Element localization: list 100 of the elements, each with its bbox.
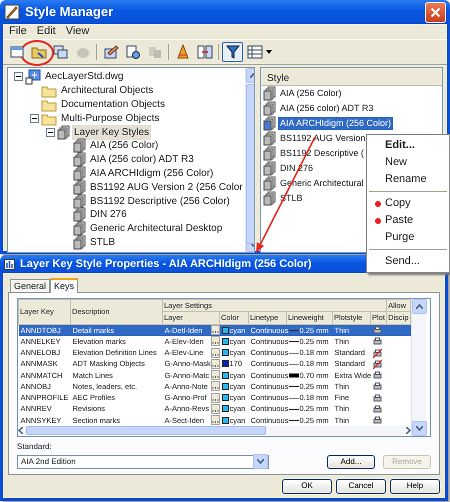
printer-icon[interactable] — [372, 416, 382, 426]
ellipsis-icon — [212, 398, 218, 401]
printer-icon[interactable] — [372, 326, 382, 336]
menu-item[interactable]: Edit — [32, 23, 60, 40]
browse-button[interactable] — [210, 336, 220, 346]
stack-icon — [73, 234, 86, 250]
dialog-button[interactable]: Add... — [327, 454, 375, 469]
stack-icon — [263, 146, 276, 161]
browse-button[interactable] — [210, 415, 220, 426]
dialog-button[interactable]: OK — [282, 478, 332, 494]
vertical-scrollbar[interactable] — [411, 299, 426, 436]
dialog-button[interactable]: Help — [390, 478, 440, 494]
list-item[interactable]: BS1192 AUG Version — [278, 132, 368, 146]
ellipsis-icon — [212, 331, 218, 334]
dialog-title: Layer Key Style Properties - AIA ARCHIdigm (256 Color) — [20, 256, 312, 272]
list-item[interactable]: AIA ARCHIdigm (256 Color) — [278, 116, 394, 130]
close-icon — [430, 6, 441, 18]
tree-item[interactable]: AIA (256 Color) — [88, 138, 160, 154]
ellipsis-icon — [212, 421, 218, 424]
list-item[interactable]: AIA (256 color) ADT R3 — [278, 102, 376, 116]
collapse-toggle[interactable] — [46, 128, 55, 137]
menu-item[interactable]: Copy — [367, 195, 449, 212]
printer-icon[interactable] — [372, 337, 382, 346]
browse-button[interactable] — [210, 381, 220, 392]
stack-icon — [263, 176, 276, 191]
dialog-button[interactable]: Cancel — [336, 478, 386, 494]
horizontal-scrollbar[interactable] — [18, 426, 412, 436]
grid-icon — [246, 44, 262, 60]
printer-icon[interactable] — [372, 382, 382, 392]
tree-item[interactable]: Architectural Objects — [59, 83, 156, 98]
browse-button[interactable] — [210, 325, 220, 336]
column-header[interactable]: Style — [261, 68, 442, 86]
tree-item[interactable]: BS1192 AUG Version 2 (256 Color — [88, 180, 245, 195]
printer-icon[interactable] — [372, 394, 382, 403]
blocks-icon — [146, 44, 162, 60]
menu-item[interactable]: New — [367, 154, 449, 171]
dialog-icon — [4, 258, 15, 270]
stack-icon — [73, 207, 86, 222]
tree-item[interactable]: Documentation Objects — [59, 97, 167, 112]
tree-item[interactable]: AIA (256 color) ADT R3 — [88, 152, 196, 168]
stack-icon — [263, 161, 276, 176]
edit-icon — [102, 44, 118, 60]
browse-button[interactable] — [210, 392, 220, 403]
list-item[interactable]: AIA (256 Color) — [278, 86, 344, 100]
standard-dropdown[interactable]: AIA 2nd Edition — [17, 454, 269, 469]
stack-icon — [57, 124, 70, 140]
tree-item[interactable]: STLB — [88, 234, 118, 250]
menu-item[interactable]: Purge — [367, 229, 449, 246]
browse-button[interactable] — [210, 348, 220, 358]
cone-icon — [174, 44, 190, 60]
menu-item[interactable]: Paste — [367, 212, 449, 229]
tree-item[interactable]: Layer Key Styles — [72, 124, 152, 140]
dropdown-value: AIA 2nd Edition — [21, 456, 76, 468]
menu-item[interactable]: File — [5, 23, 31, 40]
stack-icon — [263, 101, 276, 116]
window-icon — [8, 44, 24, 60]
stack-icon — [263, 116, 276, 131]
toolbar-button[interactable] — [222, 42, 243, 62]
menu-item[interactable]: Edit... — [367, 137, 449, 154]
collapse-toggle[interactable] — [14, 72, 23, 82]
ellipsis-icon — [212, 364, 218, 367]
menu-item[interactable]: Send... — [367, 253, 449, 270]
stack-icon — [263, 191, 276, 206]
stack-icon — [73, 221, 86, 236]
filter-icon — [224, 44, 240, 60]
tree-item[interactable]: AIA ARCHIdigm (256 Color) — [88, 166, 216, 181]
windows-icon — [52, 44, 68, 60]
stack-icon — [73, 138, 86, 154]
ellipsis-icon — [212, 410, 218, 412]
tree-item[interactable]: Generic Architectural Desktop — [88, 221, 224, 236]
menu-item[interactable]: Rename — [367, 171, 449, 188]
tree-item[interactable]: Multi-Purpose Objects — [59, 110, 162, 126]
browse-button[interactable] — [210, 370, 220, 380]
close-button[interactable] — [425, 2, 446, 22]
ellipsis-icon — [212, 354, 218, 356]
ellipsis-icon — [212, 387, 218, 390]
printer-icon[interactable] — [372, 404, 382, 414]
field-label: Standard: — [17, 440, 53, 453]
stack-icon — [73, 180, 86, 195]
tree-item[interactable]: AecLayerStd.dwg — [43, 69, 126, 84]
browse-button[interactable] — [210, 404, 220, 414]
collapse-toggle[interactable] — [30, 114, 39, 123]
stack-icon — [263, 86, 276, 101]
printer-icon[interactable] — [372, 371, 382, 380]
stack-icon — [73, 194, 86, 209]
stack-icon — [73, 152, 86, 168]
no-print-icon[interactable] — [372, 348, 382, 358]
stack-icon — [73, 166, 86, 181]
scroll-thumb[interactable] — [26, 426, 266, 436]
browse-button[interactable] — [210, 358, 220, 369]
tree-item[interactable]: BS1192 Descriptive (256 Color) — [88, 194, 232, 209]
no-print-icon[interactable] — [372, 360, 382, 369]
ellipsis-icon — [212, 376, 218, 378]
app-icon — [4, 4, 20, 20]
tab[interactable]: Keys — [50, 278, 78, 293]
caret-icon — [266, 50, 272, 54]
tree-item[interactable]: DIN 276 — [88, 207, 129, 222]
tab[interactable]: General — [10, 279, 50, 292]
stack-icon — [263, 131, 276, 146]
menu-item[interactable]: View — [62, 23, 94, 40]
